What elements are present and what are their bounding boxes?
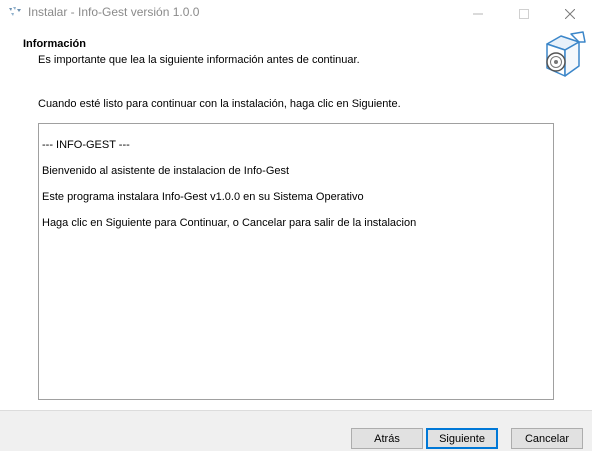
memo-line: Bienvenido al asistente de instalacion d… xyxy=(42,165,290,177)
minimize-button[interactable] xyxy=(455,0,501,27)
close-icon xyxy=(565,8,575,19)
setup-box-icon xyxy=(546,31,586,77)
memo-line: Haga clic en Siguiente para Continuar, o… xyxy=(42,217,417,229)
info-memo[interactable]: --- INFO-GEST --- Bienvenido al asistent… xyxy=(38,123,554,400)
minimize-icon xyxy=(473,13,483,14)
memo-line: Este programa instalara Info-Gest v1.0.0… xyxy=(42,191,364,203)
back-button[interactable]: Atrás xyxy=(351,428,423,449)
page-subtitle: Es importante que lea la siguiente infor… xyxy=(38,54,360,66)
window-title: Instalar - Info-Gest versión 1.0.0 xyxy=(28,5,200,19)
page-header: Información Es importante que lea la sig… xyxy=(0,27,592,87)
cancel-button[interactable]: Cancelar xyxy=(511,428,583,449)
next-button[interactable]: Siguiente xyxy=(426,428,498,449)
title-bar: Instalar - Info-Gest versión 1.0.0 xyxy=(0,0,592,27)
content-area: Cuando esté listo para continuar con la … xyxy=(0,87,592,410)
memo-line: --- INFO-GEST --- xyxy=(42,139,130,151)
app-icon xyxy=(9,7,21,16)
page-title: Información xyxy=(23,38,86,50)
button-bar: Atrás Siguiente Cancelar xyxy=(0,410,592,451)
maximize-button[interactable] xyxy=(501,0,547,27)
maximize-icon xyxy=(519,8,529,19)
close-button[interactable] xyxy=(547,0,592,27)
instruction-text: Cuando esté listo para continuar con la … xyxy=(38,98,401,110)
